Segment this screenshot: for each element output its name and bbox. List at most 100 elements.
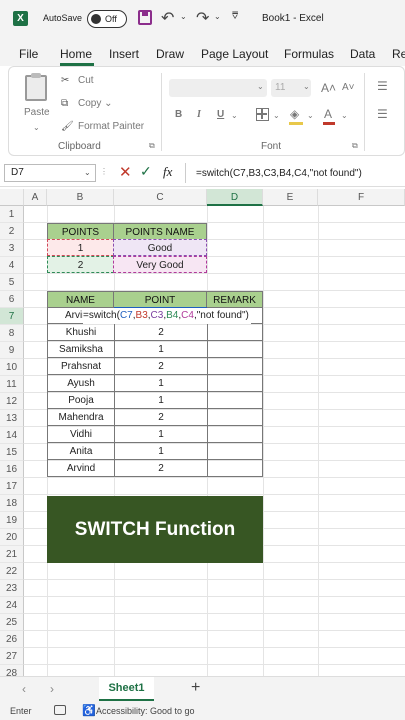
table-cell-remark[interactable] [207,460,263,477]
column-header-b[interactable]: B [47,189,114,206]
increase-font-icon[interactable]: A˄ [321,81,336,95]
redo-dropdown-icon[interactable]: ⌄ [214,12,221,21]
row-header-selected[interactable]: 7 [0,308,24,325]
undo-dropdown-icon[interactable]: ⌄ [180,12,187,21]
row-header[interactable]: 11 [0,376,24,393]
formula-input[interactable]: =switch(C7,B3,C3,B4,C4,"not found") [196,168,362,179]
insert-function-icon[interactable]: fx [163,164,172,180]
underline-button[interactable]: U [217,109,224,120]
lookup-cell-c3[interactable]: Good [113,239,207,256]
row-header[interactable]: 27 [0,648,24,665]
align-top-icon[interactable]: ☰ [377,79,388,93]
sheet-tab[interactable]: Sheet1 [99,677,154,701]
lookup-cell-b3[interactable]: 1 [47,239,114,256]
table-header-remark[interactable]: REMARK [206,291,263,308]
lookup-header-points[interactable]: POINTS [47,223,114,240]
formula-bar-handle-icon[interactable]: ⋮ [100,167,108,176]
table-cell-remark[interactable] [207,426,263,443]
cut-button[interactable]: ✂ Cut [61,75,94,86]
save-icon[interactable] [138,10,152,25]
tab-page-layout[interactable]: Page Layout [201,47,268,61]
row-header[interactable]: 6 [0,291,24,308]
row-header[interactable]: 14 [0,427,24,444]
enter-icon[interactable]: ✓ [140,163,152,180]
font-launcher-icon[interactable]: ⧉ [352,141,358,151]
lookup-cell-b4[interactable]: 2 [47,256,114,273]
table-cell-remark[interactable] [207,358,263,375]
lookup-header-points-name[interactable]: POINTS NAME [113,223,207,240]
name-box[interactable]: D7 [4,164,96,182]
table-cell-remark[interactable] [207,324,263,341]
column-header-d[interactable]: D [207,189,263,206]
next-sheet-icon[interactable]: › [50,682,54,696]
italic-button[interactable]: I [197,109,201,120]
bold-button[interactable]: B [175,109,182,120]
row-header[interactable]: 21 [0,546,24,563]
tab-file[interactable]: File [19,47,38,61]
row-header[interactable]: 8 [0,325,24,342]
table-cell-point[interactable]: 2 [114,460,207,477]
table-cell-point[interactable]: 1 [114,375,207,392]
fill-color-icon[interactable]: ◈ [290,107,299,121]
table-cell-remark[interactable] [207,443,263,460]
font-size-dropdown-icon[interactable]: ⌄ [303,82,310,91]
table-cell-name[interactable]: Samiksha [47,341,114,358]
paste-dropdown-icon[interactable]: ⌄ [33,123,40,132]
borders-icon[interactable] [256,108,269,121]
table-cell-point[interactable]: 2 [114,409,207,426]
row-header[interactable]: 10 [0,359,24,376]
paste-button[interactable]: Paste [24,107,50,118]
column-header-e[interactable]: E [263,189,318,206]
tab-home[interactable]: Home [60,47,92,61]
fill-color-dropdown-icon[interactable]: ⌄ [307,111,314,120]
borders-dropdown-icon[interactable]: ⌄ [273,111,280,120]
table-cell-name[interactable]: Khushi [47,324,114,341]
clipboard-launcher-icon[interactable]: ⧉ [149,141,155,151]
table-cell-name[interactable]: Mahendra [47,409,114,426]
tab-draw[interactable]: Draw [156,47,184,61]
align-left-icon[interactable]: ☰ [377,107,388,121]
row-header[interactable]: 9 [0,342,24,359]
table-cell-point[interactable]: 2 [114,358,207,375]
tab-review[interactable]: Re [392,47,405,61]
table-header-point[interactable]: POINT [113,291,207,308]
table-cell-point[interactable]: 1 [114,341,207,358]
row-header[interactable]: 4 [0,257,24,274]
table-cell-remark[interactable] [207,392,263,409]
table-cell-point[interactable]: 2 [114,324,207,341]
lookup-cell-c4[interactable]: Very Good [113,256,207,273]
table-cell-point[interactable]: 1 [114,426,207,443]
underline-dropdown-icon[interactable]: ⌄ [231,111,238,120]
autosave-toggle[interactable]: Off [87,10,127,28]
table-cell-name[interactable]: Vidhi [47,426,114,443]
customize-toolbar-icon[interactable]: ⩢ [232,11,238,22]
row-header[interactable]: 13 [0,410,24,427]
table-cell-name[interactable]: Anita [47,443,114,460]
cancel-icon[interactable]: ✕ [119,163,132,181]
table-cell-name[interactable]: Arvind [47,460,114,477]
accessibility-icon[interactable]: ♿ [82,704,96,717]
format-painter-button[interactable]: 🖌 Format Painter [61,121,144,132]
row-header[interactable]: 25 [0,614,24,631]
table-cell-remark[interactable] [207,375,263,392]
table-cell-point[interactable]: 1 [114,443,207,460]
copy-dropdown-icon[interactable]: ⌄ [104,98,112,109]
row-header[interactable]: 5 [0,274,24,291]
table-cell-remark[interactable] [207,409,263,426]
macro-record-icon[interactable] [54,705,66,715]
tab-insert[interactable]: Insert [109,47,139,61]
font-color-dropdown-icon[interactable]: ⌄ [341,111,348,120]
row-header[interactable]: 16 [0,461,24,478]
row-header[interactable]: 26 [0,631,24,648]
copy-button[interactable]: ⧉ Copy ⌄ [61,98,113,109]
row-header[interactable]: 23 [0,580,24,597]
tab-data[interactable]: Data [350,47,375,61]
row-header[interactable]: 19 [0,512,24,529]
name-box-dropdown-icon[interactable]: ⌄ [84,168,91,177]
undo-icon[interactable]: ↶ [161,8,174,28]
row-header[interactable]: 24 [0,597,24,614]
paste-icon[interactable] [25,73,47,101]
row-header[interactable]: 15 [0,444,24,461]
column-header-c[interactable]: C [114,189,207,206]
table-cell-point[interactable]: 1 [114,392,207,409]
